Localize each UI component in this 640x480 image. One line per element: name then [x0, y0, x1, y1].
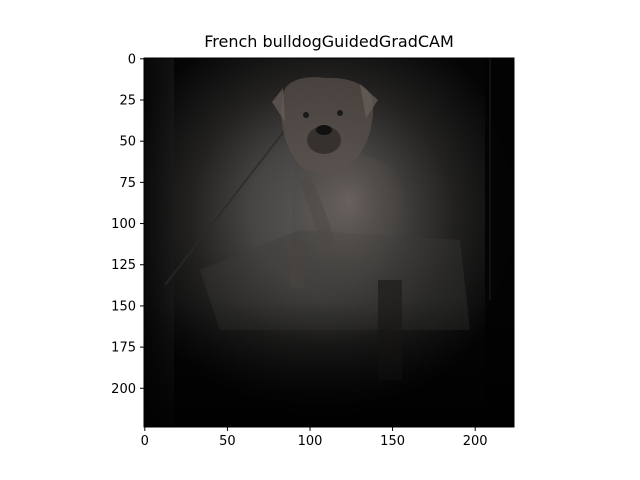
heatmap-image: [144, 58, 514, 427]
x-tick-label: 50: [219, 434, 236, 449]
x-tick-label: 0: [141, 434, 149, 449]
x-tick-label: 150: [380, 434, 405, 449]
y-tick-label: 150: [111, 299, 136, 314]
y-tick-label: 75: [119, 176, 136, 191]
x-tick-label: 200: [463, 434, 488, 449]
y-tick-label: 0: [128, 52, 136, 67]
x-axis-ticks: 0 50 100 150 200: [141, 427, 488, 449]
y-tick-label: 175: [111, 341, 136, 356]
y-tick-label: 25: [119, 94, 136, 109]
x-tick-label: 100: [298, 434, 323, 449]
y-tick-label: 200: [111, 382, 136, 397]
figure: French bulldogGuidedGradCAM 0 50 100 150…: [0, 0, 640, 480]
y-tick-label: 125: [111, 258, 136, 273]
axes: 0 50 100 150 200 0 25 50 75 100 125 150 175 200: [111, 52, 515, 449]
y-tick-label: 100: [111, 217, 136, 232]
y-tick-label: 50: [119, 135, 136, 150]
y-axis-ticks: 0 25 50 75 100 125 150 175 200: [111, 52, 144, 397]
